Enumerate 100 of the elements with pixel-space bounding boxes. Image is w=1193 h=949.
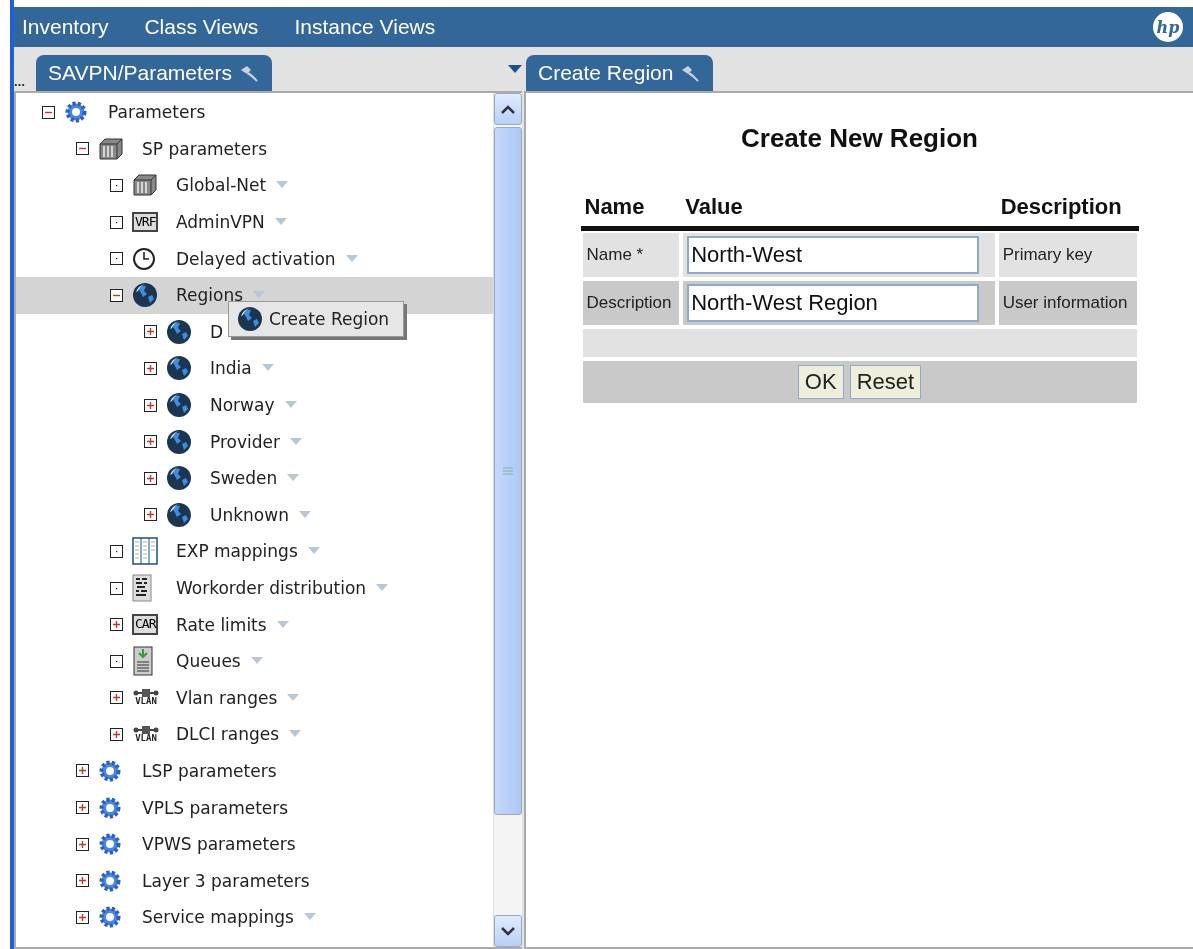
tree-item[interactable]: Norway: [16, 386, 297, 424]
globe-icon: [237, 306, 263, 332]
tree-item[interactable]: VLAN DLCI ranges: [16, 716, 302, 753]
form-button[interactable]: OK: [797, 365, 844, 399]
collapse-toggle[interactable]: [42, 105, 55, 119]
tree-item[interactable]: Sweden: [16, 459, 300, 497]
globe-icon: [166, 355, 192, 382]
tab[interactable]: SAVPN/Parameters: [36, 55, 272, 91]
expand-toggle[interactable]: [76, 764, 89, 778]
form-button[interactable]: Reset: [849, 365, 922, 399]
form-title: Create New Region: [741, 123, 978, 154]
gear-icon: [98, 868, 122, 893]
tree-item[interactable]: VRF AdminVPN: [16, 203, 287, 241]
tree-item-label: India: [210, 358, 252, 379]
tree-item-label: Queues: [176, 651, 241, 672]
expand-toggle[interactable]: [144, 398, 157, 412]
expand-toggle[interactable]: [144, 508, 157, 522]
menu-item[interactable]: Instance Views: [294, 15, 436, 39]
expand-toggle[interactable]: [144, 435, 157, 449]
tree-item[interactable]: Parameters: [16, 94, 206, 131]
document-icon: [132, 574, 152, 602]
scroll-down-button[interactable]: [494, 915, 522, 947]
menu-item[interactable]: Inventory: [22, 15, 109, 39]
cabinet-icon: [98, 136, 124, 161]
tree-item[interactable]: VPLS parameters: [16, 789, 289, 826]
columns-icon: [132, 537, 158, 566]
tree-item[interactable]: Workorder distribution: [16, 569, 389, 607]
gear-icon: [98, 795, 122, 820]
globe-icon: [166, 428, 192, 455]
tree-item[interactable]: EXP mappings: [16, 533, 320, 570]
tree-item[interactable]: VPWS parameters: [16, 825, 296, 863]
expand-toggle[interactable]: [76, 874, 89, 888]
globe-icon: [166, 501, 192, 528]
tree-item[interactable]: Provider: [16, 423, 302, 460]
tree-item-label: DLCI ranges: [176, 724, 280, 745]
tree-item[interactable]: Unknown: [16, 496, 311, 534]
field-name: Name *: [580, 231, 682, 279]
tree-item-label: VPWS parameters: [142, 834, 296, 855]
caret-down-icon: [501, 926, 515, 936]
cabinet-icon: [132, 173, 158, 198]
field-name: Description: [580, 279, 682, 327]
collapse-toggle[interactable]: [76, 142, 89, 156]
label-icon: VRF: [132, 211, 159, 233]
expand-toggle[interactable]: [76, 801, 89, 815]
overflow-marker[interactable]: …: [14, 76, 36, 91]
caret-up-icon: [501, 104, 515, 114]
tree-item[interactable]: CAR Rate limits: [16, 606, 289, 643]
tree-item[interactable]: LSP parameters: [16, 752, 277, 790]
input-field[interactable]: North-West Region: [687, 284, 980, 322]
tree-item[interactable]: D: [16, 313, 224, 351]
tree-item-label: Workorder distribution: [176, 578, 367, 598]
expand-toggle[interactable]: [144, 361, 157, 375]
tree-item-label: EXP mappings: [176, 541, 298, 562]
dropdown-arrow-icon[interactable]: [508, 65, 522, 74]
expand-toggle[interactable]: [144, 325, 157, 339]
tree-item[interactable]: Delayed activation: [16, 240, 358, 277]
globe-icon: [166, 318, 192, 345]
clock-icon: [132, 246, 156, 271]
field-description: User information: [996, 279, 1139, 327]
expand-toggle[interactable]: [144, 471, 157, 485]
expand-toggle[interactable]: [110, 618, 123, 632]
tree-item-label: Service mappings: [142, 907, 294, 928]
tree-item-label: Provider: [210, 431, 280, 452]
scroll-up-button[interactable]: [494, 93, 522, 125]
expand-toggle[interactable]: [110, 727, 123, 741]
tree-item-label: VPLS parameters: [142, 797, 289, 818]
input-field[interactable]: North-West: [687, 236, 980, 274]
gear-icon: [98, 832, 122, 857]
tree-item[interactable]: VLAN Vlan ranges: [16, 679, 300, 717]
gear-icon: [64, 100, 88, 125]
grip-icon: [503, 466, 513, 476]
field-description: Primary key: [996, 231, 1139, 279]
scroll-thumb[interactable]: [494, 127, 522, 815]
tree-item-label: Rate limits: [176, 614, 267, 635]
tree-item-label: Global-Net: [176, 175, 267, 196]
menu-item[interactable]: Class Views: [144, 15, 259, 39]
globe-icon: [166, 392, 192, 419]
tree-item-label: D: [210, 321, 224, 342]
tree-item-label: Norway: [210, 395, 275, 416]
tree-item[interactable]: Layer 3 parameters: [16, 862, 310, 900]
tree-item-label: LSP parameters: [142, 761, 277, 781]
expand-toggle[interactable]: [110, 691, 123, 705]
tree-item[interactable]: Service mappings: [16, 899, 316, 936]
tree-item-label: Regions: [176, 285, 244, 306]
tree-item-label: Unknown: [210, 504, 289, 525]
tree-item-label: Vlan ranges: [176, 687, 278, 708]
label-icon: CAR: [132, 614, 159, 635]
tree-item[interactable]: Global-Net: [16, 167, 289, 204]
expand-toggle[interactable]: [76, 910, 89, 924]
scrollbar[interactable]: [493, 93, 522, 947]
tree-item[interactable]: India: [16, 350, 274, 387]
collapse-toggle[interactable]: [110, 288, 123, 302]
globe-icon: [166, 465, 192, 492]
tree-item[interactable]: SP parameters: [16, 130, 268, 168]
tree-item[interactable]: Queues: [16, 642, 263, 680]
tree-item-label: Layer 3 parameters: [142, 870, 310, 891]
logo: hp: [1153, 12, 1183, 42]
tree-item-label: Parameters: [108, 102, 206, 123]
expand-toggle[interactable]: [76, 837, 89, 851]
tab[interactable]: Create Region: [526, 55, 714, 91]
